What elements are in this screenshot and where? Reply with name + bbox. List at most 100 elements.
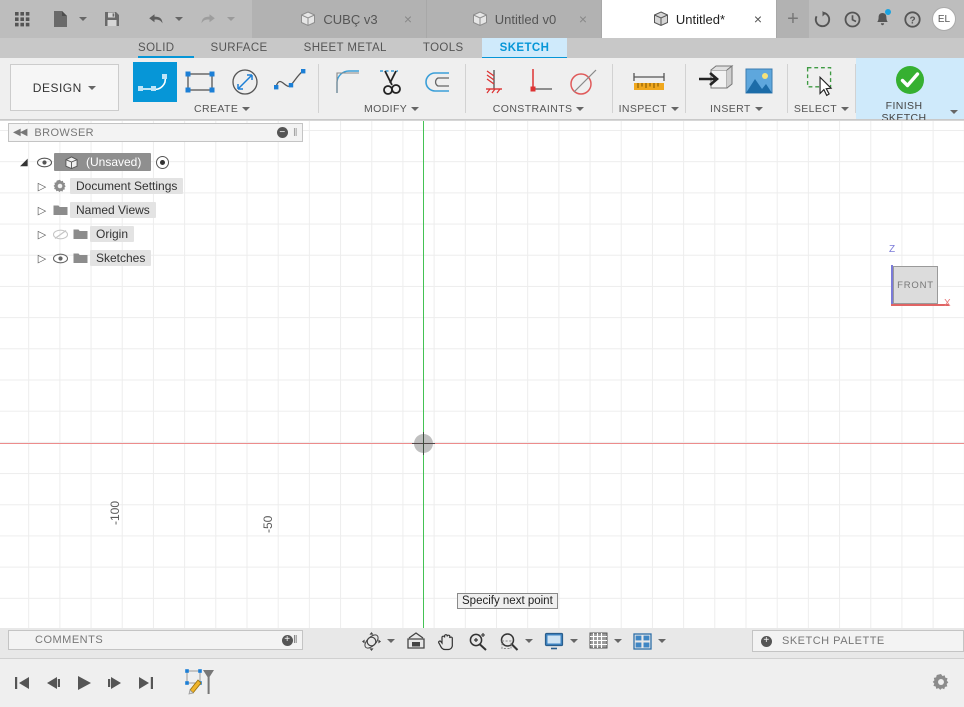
save-icon[interactable] — [98, 5, 126, 33]
expand-palette-icon[interactable]: + — [761, 635, 772, 647]
visibility-hidden-eye-icon[interactable] — [50, 229, 70, 240]
origin-point[interactable] — [412, 432, 435, 455]
document-tab-cubc[interactable]: CUBÇ v3 × — [252, 0, 427, 38]
ribbon-group-constraints-label[interactable]: CONSTRAINTS — [472, 103, 606, 117]
sketch-palette-header[interactable]: + SKETCH PALETTE — [752, 630, 964, 652]
zoom-window-tool[interactable] — [497, 631, 521, 651]
expand-arrow-icon[interactable]: ▷ — [34, 180, 50, 193]
cube-icon — [653, 11, 668, 27]
expand-arrow-icon[interactable]: ▷ — [34, 204, 50, 217]
grid-snap-dropdown[interactable] — [612, 631, 624, 651]
finish-sketch-check[interactable] — [888, 60, 932, 100]
go-to-end[interactable] — [136, 673, 156, 693]
refresh-icon[interactable] — [809, 6, 835, 32]
ribbon-group-insert-label[interactable]: INSERT — [692, 103, 781, 117]
look-at-tool[interactable] — [404, 631, 428, 651]
tab-surface[interactable]: SURFACE — [193, 38, 286, 58]
trim-tool[interactable] — [370, 62, 414, 102]
line-tool[interactable] — [132, 61, 177, 102]
resize-grip[interactable]: ‖ — [293, 634, 298, 646]
tree-item-sketches[interactable]: ▷ Sketches — [8, 246, 303, 270]
comments-label: COMMENTS — [35, 634, 104, 646]
undo-dropdown[interactable] — [172, 5, 186, 33]
notification-badge — [885, 9, 891, 15]
redo-dropdown[interactable] — [224, 5, 238, 33]
close-icon[interactable]: × — [579, 12, 587, 26]
perpendicular-constraint[interactable] — [517, 62, 561, 102]
select-window[interactable] — [799, 62, 843, 102]
expand-arrow-icon[interactable]: ◢ — [20, 157, 34, 168]
notifications-icon[interactable] — [869, 6, 895, 32]
ribbon-group-select-label[interactable]: SELECT — [794, 103, 850, 117]
title-bar: CUBÇ v3 × Untitled v0 × Untitled* × + ? … — [0, 0, 964, 38]
tangent-constraint[interactable] — [562, 62, 606, 102]
close-icon[interactable]: × — [404, 12, 412, 26]
step-back[interactable] — [43, 673, 63, 693]
grid-apps-icon[interactable] — [8, 5, 36, 33]
orbit-tool[interactable] — [360, 631, 383, 651]
visibility-eye-icon[interactable] — [50, 253, 70, 264]
workspace-selector[interactable]: DESIGN — [10, 64, 119, 111]
view-cube[interactable]: FRONT — [893, 266, 938, 304]
minimize-icon[interactable]: − — [277, 127, 289, 138]
ribbon-group-create-label[interactable]: CREATE — [133, 103, 312, 117]
tree-item-named-views[interactable]: ▷ Named Views — [8, 198, 303, 222]
expand-arrow-icon[interactable]: ▷ — [34, 252, 50, 265]
display-settings-dropdown[interactable] — [568, 631, 580, 651]
undo-icon[interactable] — [142, 5, 170, 33]
document-tab-untitled-active[interactable]: Untitled* × — [602, 0, 777, 38]
tree-item-origin[interactable]: ▷ Origin — [8, 222, 303, 246]
go-to-beginning[interactable] — [12, 673, 32, 693]
tree-item-document-settings[interactable]: ▷ Document Settings — [8, 174, 303, 198]
document-tab-untitled-v0[interactable]: Untitled v0 × — [427, 0, 602, 38]
ribbon-group-finish-sketch[interactable]: FINISH SKETCH — [856, 58, 964, 124]
offset-tool[interactable] — [415, 62, 459, 102]
grid-snap-settings[interactable] — [587, 631, 610, 651]
fillet-tool[interactable] — [325, 62, 369, 102]
resize-grip[interactable]: ‖ — [293, 127, 298, 139]
fix-constraint[interactable] — [472, 62, 516, 102]
tab-sketch[interactable]: SKETCH — [481, 38, 568, 60]
measure-tool[interactable] — [627, 62, 671, 102]
expand-arrow-icon[interactable]: ▷ — [34, 228, 50, 241]
pan-tool[interactable] — [435, 631, 458, 651]
new-document-icon[interactable] — [46, 5, 74, 33]
recent-icon[interactable] — [839, 6, 865, 32]
avatar[interactable]: EL — [932, 7, 956, 31]
tab-solid[interactable]: SOLID — [120, 38, 193, 58]
new-tab-button[interactable]: + — [777, 0, 809, 38]
help-icon[interactable]: ? — [899, 6, 925, 32]
tab-sheet-metal[interactable]: SHEET METAL — [286, 38, 405, 58]
component-cube-icon — [65, 155, 78, 169]
new-document-dropdown[interactable] — [76, 5, 90, 33]
play[interactable] — [74, 673, 94, 693]
display-settings[interactable] — [542, 631, 566, 651]
add-comment-icon[interactable]: + — [281, 634, 293, 646]
tab-tools[interactable]: TOOLS — [405, 38, 482, 58]
cube-icon — [301, 11, 316, 27]
timeline-settings-gear[interactable] — [932, 673, 964, 694]
visibility-eye-icon[interactable] — [34, 157, 54, 168]
orbit-dropdown[interactable] — [385, 631, 397, 651]
tree-item-unsaved[interactable]: ◢ (Unsaved) — [8, 150, 303, 174]
sketch-feature-marker[interactable] — [183, 666, 217, 700]
collapse-icon[interactable]: ◀◀ — [13, 127, 27, 138]
insert-image[interactable] — [737, 62, 781, 102]
zoom-tool[interactable] — [466, 631, 490, 651]
insert-derive[interactable] — [692, 62, 736, 102]
close-icon[interactable]: × — [754, 12, 762, 26]
spline-tool[interactable] — [268, 62, 312, 102]
ribbon-group-inspect-label[interactable]: INSPECT — [619, 103, 679, 117]
zoom-window-dropdown[interactable] — [523, 631, 535, 651]
step-forward[interactable] — [105, 673, 125, 693]
chevron-down-icon — [949, 110, 958, 114]
rectangle-tool[interactable] — [178, 62, 222, 102]
viewports-settings[interactable] — [631, 631, 654, 651]
activate-component-radio[interactable] — [156, 155, 170, 169]
comments-panel-header[interactable]: COMMENTS + ‖ — [8, 630, 303, 650]
viewports-dropdown[interactable] — [656, 631, 668, 651]
redo-icon[interactable] — [194, 5, 222, 33]
circle-tool[interactable] — [223, 62, 267, 102]
ribbon-group-modify-label[interactable]: MODIFY — [325, 103, 459, 117]
document-tab-strip: CUBÇ v3 × Untitled v0 × Untitled* × + — [252, 0, 809, 38]
